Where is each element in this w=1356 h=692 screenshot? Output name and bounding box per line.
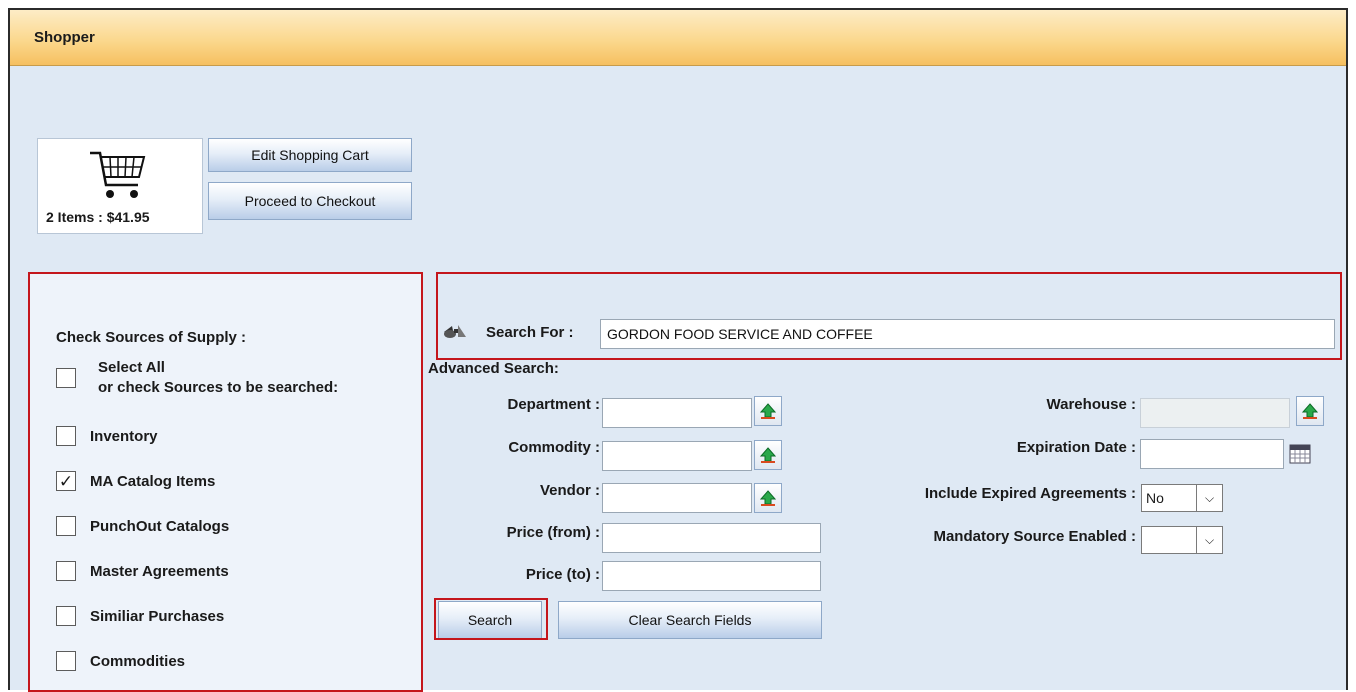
proceed-to-checkout-button[interactable]: Proceed to Checkout [208,182,412,220]
source-row-similar-purchases[interactable]: Similiar Purchases [56,606,224,626]
mandatory-source-select[interactable]: ⌵ [1141,526,1223,554]
warehouse-lookup-icon[interactable] [1296,396,1324,426]
similar-purchases-label: Similiar Purchases [90,607,225,625]
title-bar: Shopper [10,10,1346,66]
advanced-search-heading: Advanced Search: [428,360,559,377]
punchout-checkbox[interactable] [56,516,76,536]
vendor-lookup-icon[interactable] [754,483,782,513]
include-expired-select[interactable]: No ⌵ [1141,484,1223,512]
select-all-checkbox[interactable] [56,368,76,388]
search-button-highlight [434,598,548,640]
department-lookup-icon[interactable] [754,396,782,426]
shopping-cart-icon[interactable] [88,145,148,207]
shopper-window: Shopper 2 Items : $41.95 Edit Shopping C… [8,8,1348,692]
price-from-input[interactable] [602,523,821,553]
ma-catalog-label: MA Catalog Items [90,472,216,490]
warehouse-label: Warehouse : [1046,396,1136,413]
chevron-down-icon[interactable]: ⌵ [1196,485,1222,511]
vendor-input[interactable] [602,483,752,513]
source-row-ma-catalog[interactable]: ✓ MA Catalog Items [56,471,215,491]
binoculars-icon [442,323,472,345]
search-for-label: Search For : [486,324,574,341]
search-for-input[interactable] [600,319,1335,349]
window-title: Shopper [34,29,95,46]
commodity-input[interactable] [602,441,752,471]
commodity-label: Commodity : [508,439,600,456]
similar-purchases-checkbox[interactable] [56,606,76,626]
vendor-label: Vendor : [539,482,600,499]
select-all-line1: Select All [98,359,165,376]
edit-shopping-cart-button[interactable]: Edit Shopping Cart [208,138,412,172]
inventory-label: Inventory [90,427,158,445]
inventory-checkbox[interactable] [56,426,76,446]
price-to-label: Price (to) : [525,566,600,583]
source-row-inventory[interactable]: Inventory [56,426,158,446]
source-row-master-agreements[interactable]: Master Agreements [56,561,229,581]
commodities-checkbox[interactable] [56,651,76,671]
price-to-input[interactable] [602,561,821,591]
clear-search-fields-button[interactable]: Clear Search Fields [558,601,822,639]
ma-catalog-checkbox[interactable]: ✓ [56,471,76,491]
select-all-line2: or check Sources to be searched: [98,379,339,396]
expiration-date-input[interactable] [1140,439,1284,469]
price-from-label: Price (from) : [506,524,600,541]
source-row-punchout[interactable]: PunchOut Catalogs [56,516,229,536]
chevron-down-icon[interactable]: ⌵ [1196,527,1222,553]
select-all-label: Select All or check Sources to be search… [98,358,338,398]
mandatory-source-label: Mandatory Source Enabled : [933,528,1136,545]
sources-of-supply-panel: Check Sources of Supply : Select All or … [28,272,423,692]
include-expired-label: Include Expired Agreements : [924,485,1136,502]
sources-heading: Check Sources of Supply : [56,329,247,346]
include-expired-value: No [1146,490,1164,506]
commodities-label: Commodities [90,652,186,670]
cart-summary-box: 2 Items : $41.95 [37,138,203,234]
cart-item-count-total: 2 Items : $41.95 [46,209,150,225]
punchout-label: PunchOut Catalogs [90,517,230,535]
master-agreements-checkbox[interactable] [56,561,76,581]
department-input[interactable] [602,398,752,428]
calendar-icon[interactable] [1289,444,1311,468]
master-agreements-label: Master Agreements [90,562,229,580]
source-row-commodities[interactable]: Commodities [56,651,185,671]
commodity-lookup-icon[interactable] [754,440,782,470]
expiration-date-label: Expiration Date : [1016,439,1136,456]
warehouse-input [1140,398,1290,428]
department-label: Department : [507,396,600,413]
